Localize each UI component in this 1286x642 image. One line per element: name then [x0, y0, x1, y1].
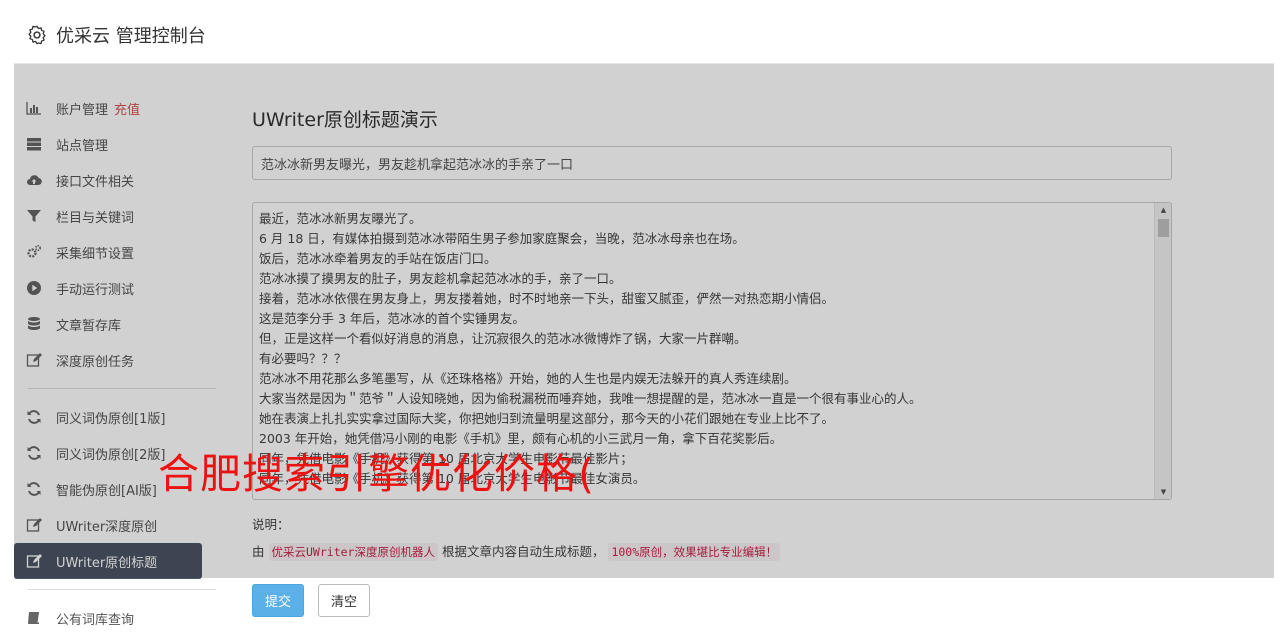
refresh-icon	[26, 409, 42, 425]
sidebar-item-account[interactable]: 账户管理 充值	[14, 90, 204, 126]
note-code-claim: 100%原创，效果堪比专业编辑！	[608, 543, 781, 561]
sidebar-item-label: 手动运行测试	[56, 282, 135, 298]
sidebar-item-label: 站点管理	[56, 138, 109, 154]
note-prefix: 由	[252, 544, 265, 559]
page-title: UWriter原创标题演示	[252, 109, 438, 131]
edit-icon	[26, 517, 42, 533]
sidebar-item-label: 账户管理	[56, 102, 109, 118]
content-line: 有必要吗？？？	[259, 351, 347, 366]
sidebar-item-label: 同义词伪原创[2版]	[56, 447, 166, 463]
note-text: 由 优采云UWriter深度原创机器人 根据文章内容自动生成标题， 100%原创…	[252, 541, 1172, 561]
sidebar-item-label: 文章暂存库	[56, 318, 122, 334]
gear-icon	[26, 24, 48, 46]
sidebar-item-columns-keywords[interactable]: 栏目与关键词	[14, 198, 204, 234]
sidebar-item-interface-files[interactable]: 接口文件相关	[14, 162, 204, 198]
sidebar-item-label: 采集细节设置	[56, 246, 135, 262]
scroll-up-arrow-icon[interactable]: ▲	[1155, 203, 1171, 217]
sidebar-item-deep-original-task[interactable]: 深度原创任务	[14, 342, 204, 378]
content-line: 大家当然是因为＂范爷＂人设知晓她，因为偷税漏税而唾弃她，我唯一想提醒的是，范冰冰…	[259, 391, 922, 406]
database-icon	[26, 316, 42, 332]
sidebar-item-uwriter-deep[interactable]: UWriter深度原创	[14, 507, 204, 543]
sidebar-divider	[28, 388, 216, 389]
edit-icon	[26, 352, 42, 368]
content-line: 饭后，范冰冰牵着男友的手站在饭店门口。	[259, 251, 497, 266]
scrollbar[interactable]: ▲ ▼	[1154, 203, 1171, 499]
content-line: 这是范李分手 3 年后，范冰冰的首个实锤男友。	[259, 311, 525, 326]
sidebar-item-collect-settings[interactable]: 采集细节设置	[14, 234, 204, 270]
sidebar-divider	[28, 589, 216, 590]
main-panel: UWriter原创标题演示 最近，范冰冰新男友曝光了。 6 月 18 日，有媒体拍…	[252, 100, 1172, 617]
sidebar-item-manual-run[interactable]: 手动运行测试	[14, 270, 204, 306]
cloud-upload-icon	[26, 172, 42, 188]
gears-icon	[26, 244, 42, 260]
note-code-product: 优采云UWriter深度原创机器人	[268, 543, 438, 561]
content-line: 接着，范冰冰依偎在男友身上，男友搂着她，时不时地亲一下头，甜蜜又腻歪，俨然一对热…	[259, 291, 835, 306]
app-title: 优采云 管理控制台	[56, 25, 206, 47]
sidebar-item-label: UWriter深度原创	[56, 519, 158, 535]
sidebar-item-label: 同义词伪原创[1版]	[56, 411, 166, 427]
play-circle-icon	[26, 280, 42, 296]
content-line: 最近，范冰冰新男友曝光了。	[259, 211, 422, 226]
sidebar-item-synonym-v1[interactable]: 同义词伪原创[1版]	[14, 399, 204, 435]
content-line: 但，正是这样一个看似好消息的消息，让沉寂很久的范冰冰微博炸了锅，大家一片群嘲。	[259, 331, 747, 346]
note-middle: 根据文章内容自动生成标题，	[441, 544, 605, 559]
recharge-link[interactable]: 充值	[114, 99, 140, 118]
watermark-text: 合肥搜索引擎优化价格(	[158, 450, 595, 498]
sidebar-item-public-lexicon[interactable]: 公有词库查询	[14, 600, 204, 636]
button-row: 提交 清空	[252, 584, 1172, 617]
edit-icon	[26, 553, 42, 569]
content-line: 范冰冰不用花那么多笔墨写，从《还珠格格》开始，她的人生也是内娱无法躲开的真人秀连…	[259, 371, 797, 386]
scroll-thumb[interactable]	[1158, 219, 1169, 237]
server-icon	[26, 136, 42, 152]
top-bar: 优采云 管理控制台	[14, 6, 1274, 64]
sidebar-item-label: UWriter原创标题	[56, 555, 158, 571]
content-line: 范冰冰摸了摸男友的肚子，男友趁机拿起范冰冰的手，亲了一口。	[259, 271, 622, 286]
sidebar-item-sites[interactable]: 站点管理	[14, 126, 204, 162]
sidebar-item-label: 接口文件相关	[56, 174, 135, 190]
sidebar-item-label: 智能伪原创[AI版]	[56, 483, 157, 499]
refresh-icon	[26, 481, 42, 497]
refresh-icon	[26, 445, 42, 461]
content-line: 她在表演上扎扎实实拿过国际大奖，你把她归到流量明星这部分，那今天的小花们跟她在专…	[259, 411, 835, 426]
sidebar: 账户管理 充值 站点管理 接口文件相关 栏目与关键词 采集细节设置 手动运行测试…	[14, 90, 216, 636]
submit-button[interactable]: 提交	[252, 584, 305, 617]
sidebar-item-article-store[interactable]: 文章暂存库	[14, 306, 204, 342]
sidebar-item-label: 公有词库查询	[56, 612, 135, 628]
sidebar-item-label: 深度原创任务	[56, 354, 135, 370]
title-input[interactable]	[252, 146, 1172, 180]
bar-chart-icon	[26, 100, 42, 116]
filter-icon	[26, 208, 42, 224]
clear-button[interactable]: 清空	[318, 584, 371, 617]
sidebar-item-label: 栏目与关键词	[56, 210, 135, 226]
note-label: 说明：	[252, 517, 290, 532]
content-line: 6 月 18 日，有媒体拍摄到范冰冰带陌生男子参加家庭聚会，当晚，范冰冰母亲也在…	[259, 231, 745, 246]
sidebar-item-uwriter-title[interactable]: UWriter原创标题	[14, 543, 202, 579]
scroll-down-arrow-icon[interactable]: ▼	[1155, 485, 1171, 499]
book-icon	[26, 610, 42, 626]
